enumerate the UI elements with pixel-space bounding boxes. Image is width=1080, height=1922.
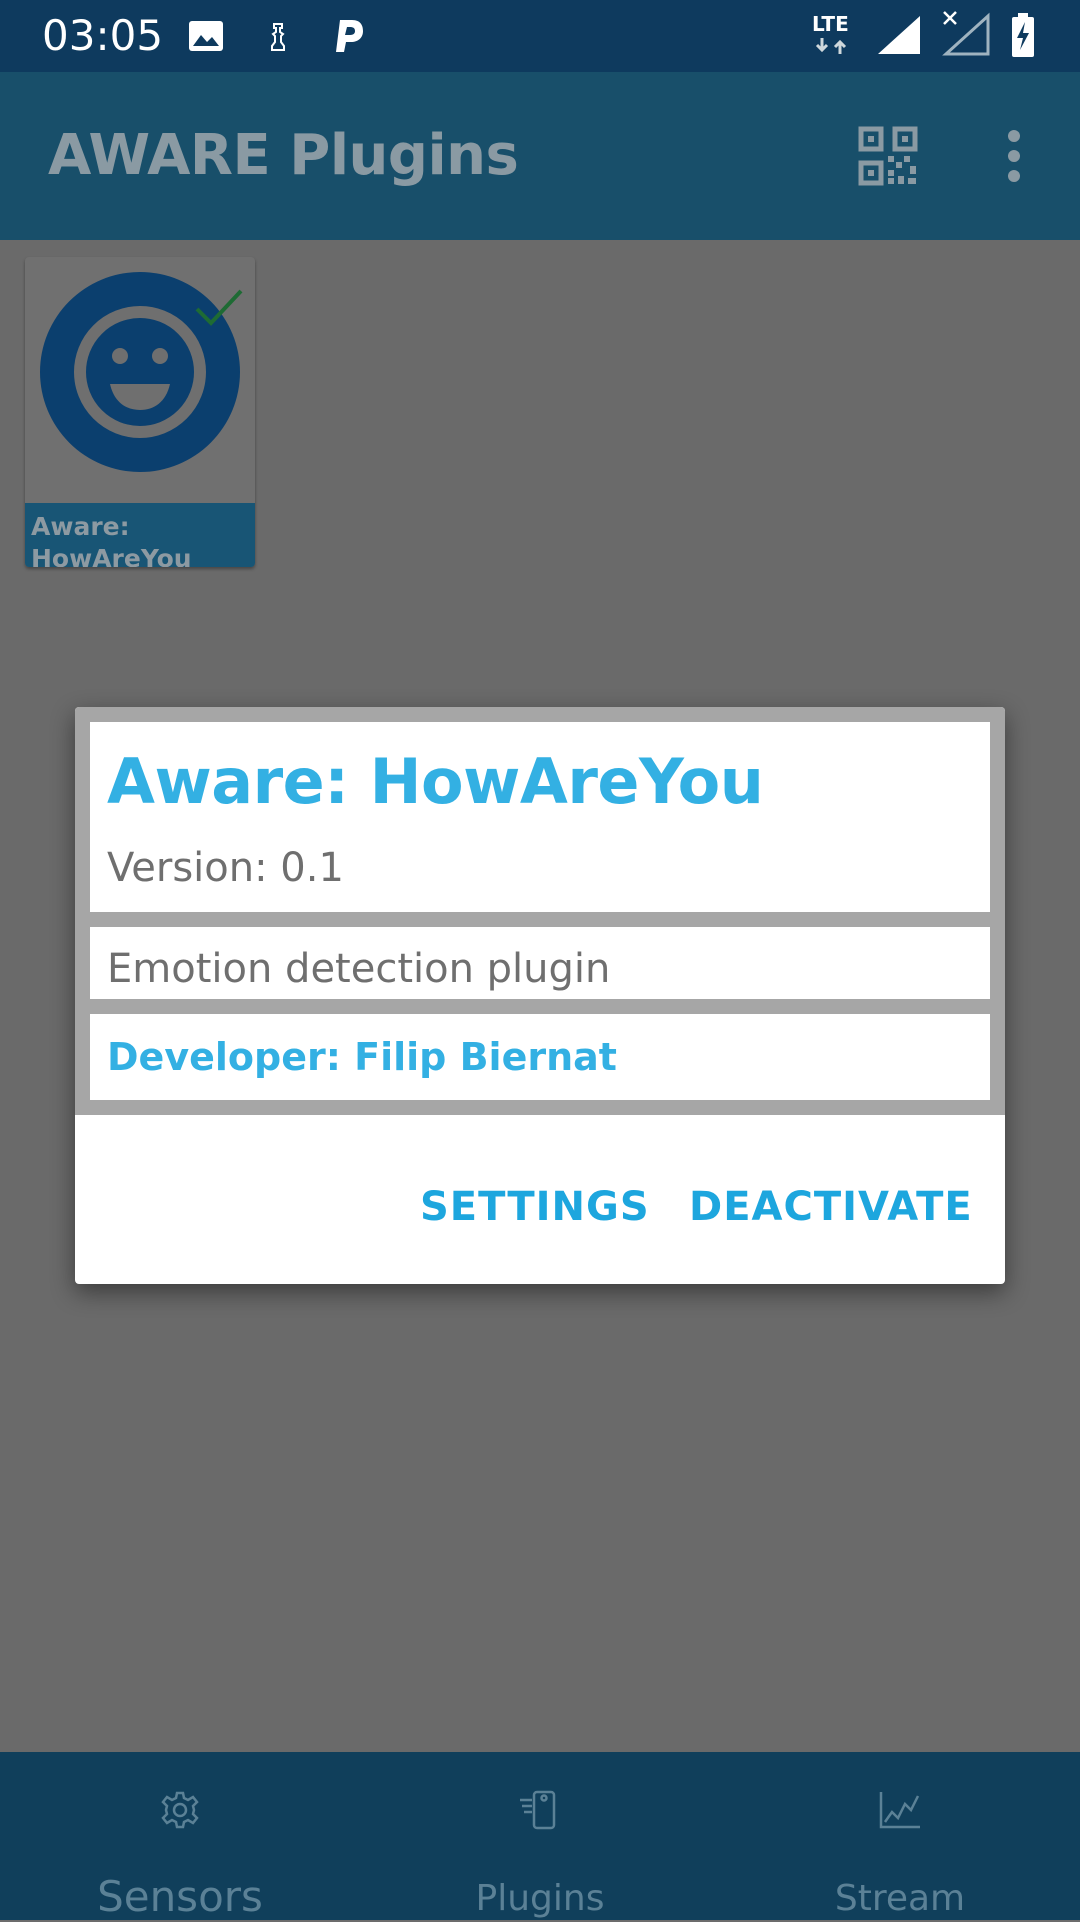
signal-full-icon (878, 16, 920, 54)
nav-item-stream[interactable]: Stream (720, 1752, 1080, 1920)
qr-code-icon[interactable] (858, 126, 918, 186)
gear-icon (161, 1791, 199, 1829)
nav-label-sensors: Sensors (97, 1872, 263, 1921)
plugin-label-line2: HowAreYou (31, 544, 192, 567)
signal-no-data-icon (942, 11, 990, 56)
checkmark-icon (195, 289, 243, 326)
app-title: AWARE Plugins (48, 123, 519, 188)
parking-icon (336, 20, 363, 52)
dialog-developer-panel: Developer: Filip Biernat (90, 1014, 990, 1100)
plugin-dialog: Aware: HowAreYou Version: 0.1 Emotion de… (75, 707, 1005, 1284)
plugin-label-line1: Aware: (31, 512, 130, 541)
chess-icon (271, 23, 285, 51)
deactivate-button[interactable]: DEACTIVATE (689, 1177, 973, 1237)
battery-charging-icon (1012, 13, 1034, 57)
phone-plugin-icon (520, 1790, 556, 1830)
bottom-navigation: Sensors Plugins Stream (0, 1752, 1080, 1921)
overflow-menu-icon[interactable] (1000, 128, 1028, 184)
nav-label-stream: Stream (834, 1878, 966, 1919)
dialog-version: Version: 0.1 (107, 845, 344, 891)
settings-button[interactable]: SETTINGS (420, 1177, 650, 1237)
dialog-description: Emotion detection plugin (107, 946, 611, 992)
chart-icon (879, 1792, 920, 1829)
plugin-label: Aware: HowAreYou (25, 503, 255, 567)
image-icon (189, 21, 223, 51)
network-type-label: LTE (812, 12, 849, 36)
nav-item-plugins[interactable]: Plugins (360, 1752, 720, 1920)
nav-label-plugins: Plugins (475, 1878, 605, 1919)
dialog-title: Aware: HowAreYou (107, 745, 764, 818)
dialog-header-panel: Aware: HowAreYou Version: 0.1 (90, 722, 990, 912)
nav-item-sensors[interactable]: Sensors (0, 1752, 360, 1921)
dialog-developer: Developer: Filip Biernat (107, 1035, 617, 1079)
dialog-body: Aware: HowAreYou Version: 0.1 Emotion de… (75, 707, 1005, 1115)
status-time: 03:05 (42, 11, 164, 60)
app-bar: AWARE Plugins (0, 72, 1080, 240)
status-bar: 03:05 LTE (0, 0, 1080, 72)
lte-data-icon (815, 38, 847, 54)
dialog-description-panel: Emotion detection plugin (90, 927, 990, 999)
plugin-card-howareyou[interactable]: Aware: HowAreYou (25, 257, 255, 567)
